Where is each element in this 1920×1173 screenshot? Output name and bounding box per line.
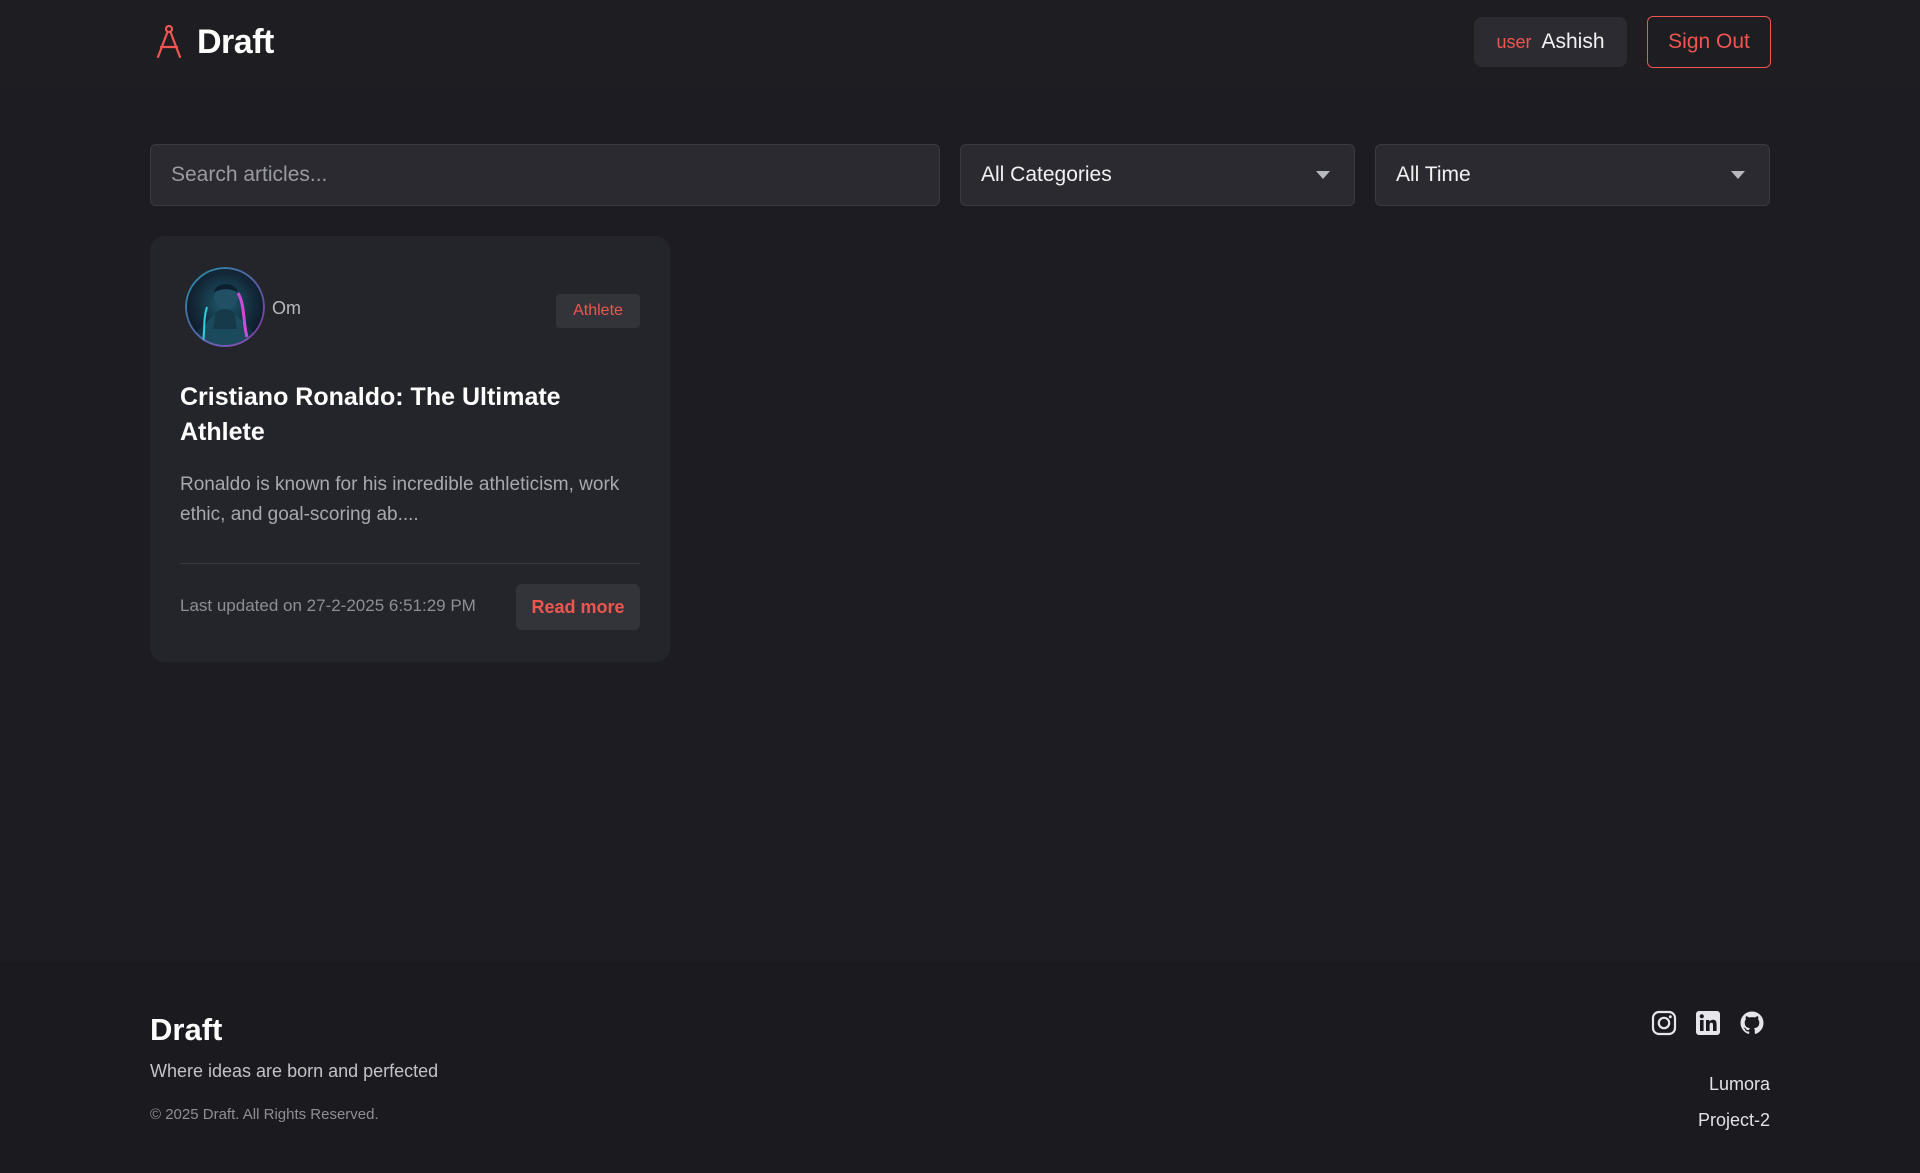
last-updated-text: Last updated on 27-2-2025 6:51:29 PM — [180, 596, 476, 615]
category-badge: Athlete — [556, 294, 640, 328]
category-select-value: All Categories — [981, 163, 1112, 186]
user-role-label: user — [1496, 31, 1532, 52]
footer-link-lumora[interactable]: Lumora — [1709, 1074, 1770, 1095]
card-divider — [180, 563, 640, 564]
brand-name: Draft — [197, 22, 274, 61]
footer-copyright: © 2025 Draft. All Rights Reserved. — [150, 1106, 379, 1123]
time-range-select[interactable]: All Time — [1375, 144, 1770, 206]
article-excerpt: Ronaldo is known for his incredible athl… — [180, 474, 620, 525]
caret-down-icon — [1731, 171, 1745, 179]
page: Draft user Ashish Sign Out All Categorie… — [0, 0, 1920, 1173]
article-title[interactable]: Cristiano Ronaldo: The Ultimate Athlete — [180, 380, 610, 450]
search-input[interactable] — [150, 144, 940, 206]
author-name: Om — [272, 298, 301, 318]
category-select[interactable]: All Categories — [960, 144, 1355, 206]
social-links — [1651, 1010, 1765, 1036]
brand-home-link[interactable]: Draft — [153, 20, 274, 64]
instagram-icon[interactable] — [1651, 1010, 1677, 1036]
author-avatar — [185, 267, 265, 347]
time-range-select-value: All Time — [1396, 163, 1471, 186]
github-icon[interactable] — [1739, 1010, 1765, 1036]
top-navbar: Draft user Ashish Sign Out — [0, 0, 1920, 86]
article-card: Om Athlete Cristiano Ronaldo: The Ultima… — [150, 236, 670, 662]
read-more-button[interactable]: Read more — [516, 584, 640, 630]
user-profile-chip[interactable]: user Ashish — [1474, 17, 1627, 67]
author-avatar-image — [185, 267, 265, 347]
user-name: Ashish — [1541, 30, 1605, 53]
caret-down-icon — [1316, 171, 1330, 179]
compass-icon — [156, 24, 182, 59]
linkedin-icon[interactable] — [1695, 1010, 1721, 1036]
footer-tagline: Where ideas are born and perfected — [150, 1061, 439, 1081]
sign-out-button[interactable]: Sign Out — [1647, 16, 1771, 68]
footer-brand-name: Draft — [150, 1012, 223, 1047]
footer: Draft Where ideas are born and perfected… — [0, 962, 1920, 1173]
footer-link-project-2[interactable]: Project-2 — [1698, 1110, 1770, 1131]
